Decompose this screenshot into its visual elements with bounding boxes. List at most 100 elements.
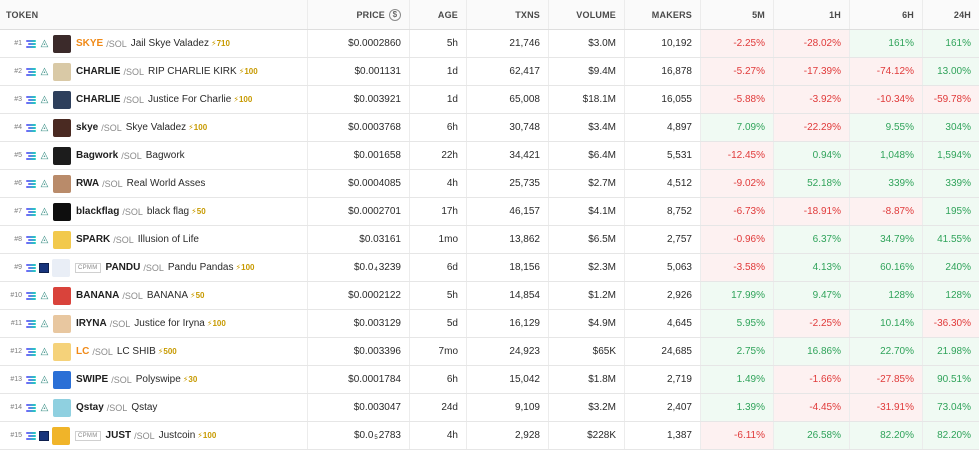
token-cell[interactable]: #15 CPMM JUST /SOL Justcoin ⚡100 <box>0 422 307 449</box>
makers-cell: 2,757 <box>624 226 700 253</box>
token-cell[interactable]: #2 ◬ CHARLIE /SOL RIP CHARLIE KIRK ⚡100 <box>0 58 307 85</box>
header-5m[interactable]: 5M <box>700 0 773 29</box>
token-pair: /SOL <box>134 430 155 441</box>
change-6h: 339% <box>849 170 922 197</box>
token-cell[interactable]: #1 ◬ SKYE /SOL Jail Skye Valadez ⚡710 <box>0 30 307 57</box>
header-price[interactable]: PRICE $ <box>307 0 409 29</box>
header-24h[interactable]: 24H <box>922 0 979 29</box>
token-avatar <box>53 286 71 305</box>
change-6h: 128% <box>849 282 922 309</box>
token-symbol: IRYNA <box>76 318 107 329</box>
change-6h: -31.91% <box>849 394 922 421</box>
change-6h: 34.79% <box>849 226 922 253</box>
table-row[interactable]: #15 CPMM JUST /SOL Justcoin ⚡100 $0.0 5 27… <box>0 422 979 450</box>
rank: #1 <box>14 40 22 47</box>
table-row[interactable]: #11 ◬ IRYNA /SOL Justice for Iryna ⚡100 … <box>0 310 979 338</box>
table-row[interactable]: #13 ◬ SWIPE /SOL Polyswipe ⚡30 $0.000178… <box>0 366 979 394</box>
price-zero-count: 4 <box>374 266 378 273</box>
table-row[interactable]: #12 ◬ LC /SOL LC SHIB ⚡500 $0.003396 7mo… <box>0 338 979 366</box>
dollar-circle-icon[interactable]: $ <box>389 8 401 21</box>
table-row[interactable]: #4 ◬ skye /SOL Skye Valadez ⚡100 $0.0003… <box>0 114 979 142</box>
header-6h[interactable]: 6H <box>849 0 922 29</box>
token-table: TOKEN PRICE $ AGE TXNS VOLUME MAKERS 5M … <box>0 0 979 450</box>
boost-badge: ⚡500 <box>157 347 177 356</box>
volume-cell: $65K <box>548 338 624 365</box>
change-24h: 41.55% <box>922 226 979 253</box>
token-pair: /SOL <box>113 234 134 245</box>
token-cell[interactable]: #14 ◬ Qstay /SOL Qstay <box>0 394 307 421</box>
token-avatar <box>53 370 71 389</box>
token-cell[interactable]: #12 ◬ LC /SOL LC SHIB ⚡500 <box>0 338 307 365</box>
change-1h: 4.13% <box>773 254 849 281</box>
token-cell[interactable]: #7 ◬ blackflag /SOL black flag ⚡50 <box>0 198 307 225</box>
change-5m: -6.11% <box>700 422 773 449</box>
token-cell[interactable]: #5 ◬ Bagwork /SOL Bagwork <box>0 142 307 169</box>
rank: #13 <box>10 376 22 383</box>
token-cell[interactable]: #6 ◬ RWA /SOL Real World Asses <box>0 170 307 197</box>
makers-cell: 5,063 <box>624 254 700 281</box>
header-makers[interactable]: MAKERS <box>624 0 700 29</box>
header-txns[interactable]: TXNS <box>466 0 548 29</box>
change-5m: -12.45% <box>700 142 773 169</box>
header-token[interactable]: TOKEN <box>0 0 307 29</box>
price-value: $0.0004085 <box>348 178 401 189</box>
change-6h: -27.85% <box>849 366 922 393</box>
table-row[interactable]: #14 ◬ Qstay /SOL Qstay $0.003047 24d 9,1… <box>0 394 979 422</box>
header-1h[interactable]: 1H <box>773 0 849 29</box>
change-5m: -5.27% <box>700 58 773 85</box>
table-row[interactable]: #10 ◬ BANANA /SOL BANANA ⚡50 $0.0002122 … <box>0 282 979 310</box>
rank: #15 <box>10 432 22 439</box>
token-pair: /SOL <box>106 402 128 413</box>
header-age[interactable]: AGE <box>409 0 466 29</box>
change-5m: -9.02% <box>700 170 773 197</box>
table-row[interactable]: #6 ◬ RWA /SOL Real World Asses $0.000408… <box>0 170 979 198</box>
txns-cell: 18,156 <box>466 254 548 281</box>
change-5m: -5.88% <box>700 86 773 113</box>
table-row[interactable]: #2 ◬ CHARLIE /SOL RIP CHARLIE KIRK ⚡100 … <box>0 58 979 86</box>
price-cell: $0.0002122 <box>307 282 409 309</box>
table-row[interactable]: #7 ◬ blackflag /SOL black flag ⚡50 $0.00… <box>0 198 979 226</box>
token-cell[interactable]: #8 ◬ SPARK /SOL Illusion of Life <box>0 226 307 253</box>
table-row[interactable]: #1 ◬ SKYE /SOL Jail Skye Valadez ⚡710 $0… <box>0 30 979 58</box>
token-avatar <box>52 426 70 445</box>
price-digits: 3239 <box>378 262 401 273</box>
header-volume[interactable]: VOLUME <box>548 0 624 29</box>
token-name: Pandu Pandas <box>167 262 234 273</box>
makers-cell: 2,926 <box>624 282 700 309</box>
table-row[interactable]: #3 ◬ CHARLIE /SOL Justice For Charlie ⚡1… <box>0 86 979 114</box>
age-cell: 5h <box>409 282 466 309</box>
table-row[interactable]: #5 ◬ Bagwork /SOL Bagwork $0.001658 22h … <box>0 142 979 170</box>
token-name: RIP CHARLIE KIRK <box>147 66 237 77</box>
token-symbol: CHARLIE <box>76 94 121 105</box>
raydium-icon: ◬ <box>40 206 49 217</box>
token-pair: /SOL <box>143 262 164 273</box>
raydium-icon: ◬ <box>40 178 49 189</box>
boost-badge: ⚡100 <box>233 95 253 104</box>
cpmm-square-icon <box>39 262 49 273</box>
raydium-icon: ◬ <box>40 290 49 301</box>
token-avatar <box>52 258 70 277</box>
change-1h: -17.39% <box>773 58 849 85</box>
table-row[interactable]: #8 ◬ SPARK /SOL Illusion of Life $0.0316… <box>0 226 979 254</box>
change-24h: -36.30% <box>922 310 979 337</box>
token-cell[interactable]: #13 ◬ SWIPE /SOL Polyswipe ⚡30 <box>0 366 307 393</box>
change-6h: 1,048% <box>849 142 922 169</box>
token-symbol: RWA <box>76 178 100 189</box>
token-cell[interactable]: #10 ◬ BANANA /SOL BANANA ⚡50 <box>0 282 307 309</box>
makers-cell: 16,055 <box>624 86 700 113</box>
change-1h: 16.86% <box>773 338 849 365</box>
change-5m: 7.09% <box>700 114 773 141</box>
token-cell[interactable]: #4 ◬ skye /SOL Skye Valadez ⚡100 <box>0 114 307 141</box>
change-6h: 10.14% <box>849 310 922 337</box>
table-row[interactable]: #9 CPMM PANDU /SOL Pandu Pandas ⚡100 $0.… <box>0 254 979 282</box>
token-cell[interactable]: #11 ◬ IRYNA /SOL Justice for Iryna ⚡100 <box>0 310 307 337</box>
makers-cell: 1,387 <box>624 422 700 449</box>
rank: #11 <box>10 320 22 327</box>
boost-badge: ⚡100 <box>197 431 217 440</box>
price-value: $0.003129 <box>353 318 401 329</box>
token-cell[interactable]: #3 ◬ CHARLIE /SOL Justice For Charlie ⚡1… <box>0 86 307 113</box>
price-value: $0.0002122 <box>348 290 401 301</box>
cpmm-tag: CPMM <box>75 262 101 273</box>
token-cell[interactable]: #9 CPMM PANDU /SOL Pandu Pandas ⚡100 <box>0 254 307 281</box>
token-avatar <box>53 398 71 417</box>
